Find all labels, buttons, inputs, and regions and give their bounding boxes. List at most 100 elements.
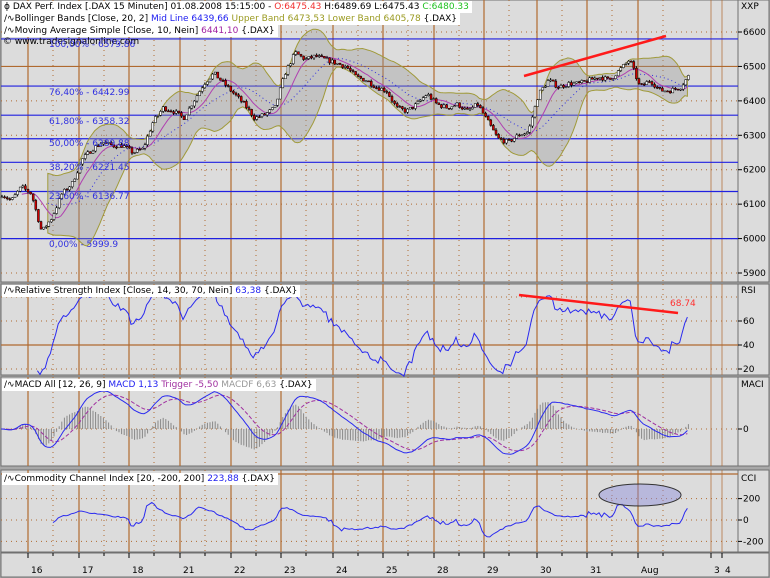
candle [294,51,298,55]
candle [427,94,430,97]
candle [5,197,9,200]
candle [172,111,175,114]
candle [268,109,272,113]
candle [502,138,506,144]
candle [676,88,680,91]
candle [531,116,534,127]
candle [419,99,422,102]
cci-axis-title: CCI [741,474,757,484]
time-axis-label: 17 [82,566,94,576]
candle [141,147,144,150]
candle [416,101,420,105]
cci-legend[interactable]: ∕∿Commodity Channel Index [20, -200, 200… [2,473,278,485]
candle [598,77,602,80]
candle [156,115,160,117]
candle [554,80,558,88]
axis-label: 200 [743,495,760,505]
candle [624,62,628,65]
candle [65,188,69,191]
candle [458,102,461,108]
candle [167,110,170,113]
candle [505,139,508,144]
candle [421,97,425,101]
axis-label: 5900 [743,269,766,279]
candle [424,95,428,98]
candle [429,94,433,100]
candle [263,113,266,116]
candle [520,134,524,137]
candle [481,107,485,114]
sma-legend[interactable]: ∕∿Moving Average Simple [Close, 10, Nein… [2,25,278,37]
candle [544,86,547,88]
candle [499,137,503,140]
candle [398,106,402,108]
indicator-icon: ∕∿ [4,474,15,484]
candle [640,83,643,85]
candle [21,185,25,188]
candle [224,80,227,86]
candle [226,85,230,87]
candle [187,107,191,116]
candle [44,226,48,228]
candle [232,90,235,94]
candle [16,190,19,195]
candle [484,112,487,117]
fib-label: 50,00% - 6289.88 [49,139,130,149]
macd-suffix: {.DAX} [279,380,313,390]
rsi-legend[interactable]: ∕∿Relative Strength Index [Close, 14, 30… [2,285,301,297]
candle [211,73,214,80]
candle [681,84,685,90]
candle [601,77,604,81]
candle [247,107,251,110]
candle [252,115,256,120]
candle [468,108,472,111]
candle [135,148,139,153]
candle [494,129,498,135]
candle [219,77,222,81]
candle [671,87,675,94]
candle [11,197,14,200]
candle [281,78,285,89]
candle [289,63,292,67]
bollinger-upper: Upper Band 6473,53 [231,14,325,24]
axis-label: 0 [743,425,749,435]
candle [8,198,12,201]
candle [536,99,539,107]
candle [320,55,324,57]
candle [323,56,326,59]
candle [653,84,656,88]
candle [195,95,199,102]
candle [577,81,581,84]
bollinger-label: Bollinger Bands [Close, 20, 2] [14,14,149,24]
bollinger-legend[interactable]: ∕∿Bollinger Bands [Close, 20, 2] Mid Lin… [2,13,461,25]
time-axis-label: 4 [725,566,731,576]
candle [479,105,482,109]
candle [684,79,688,86]
macd-label: MACD All [12, 26, 9] [14,380,106,390]
candle [515,134,519,139]
candle [445,104,448,109]
candle [453,105,456,108]
candle [271,107,274,110]
candle [242,101,246,103]
time-axis-label: 21 [183,566,195,576]
axis-label: 6100 [743,200,766,210]
candle [13,194,17,198]
time-axis-label: 28 [437,566,449,576]
bollinger-mid: Mid Line 6439,66 [150,14,229,24]
candle [333,59,337,65]
fib-label: 38,20% - 6221.45 [49,163,130,173]
candle [177,110,181,113]
candle [47,221,51,227]
candle [203,84,207,89]
candle [622,64,625,68]
candle [164,106,168,112]
candle [83,154,87,159]
indicator-icon: ∕∿ [4,380,15,390]
candle [154,116,157,123]
candle [538,89,542,100]
candle [169,110,173,113]
candle [130,147,134,154]
macd-legend[interactable]: ∕∿MACD All [12, 26, 9] MACD 1,13 Trigger… [2,379,316,391]
candle [473,103,477,108]
